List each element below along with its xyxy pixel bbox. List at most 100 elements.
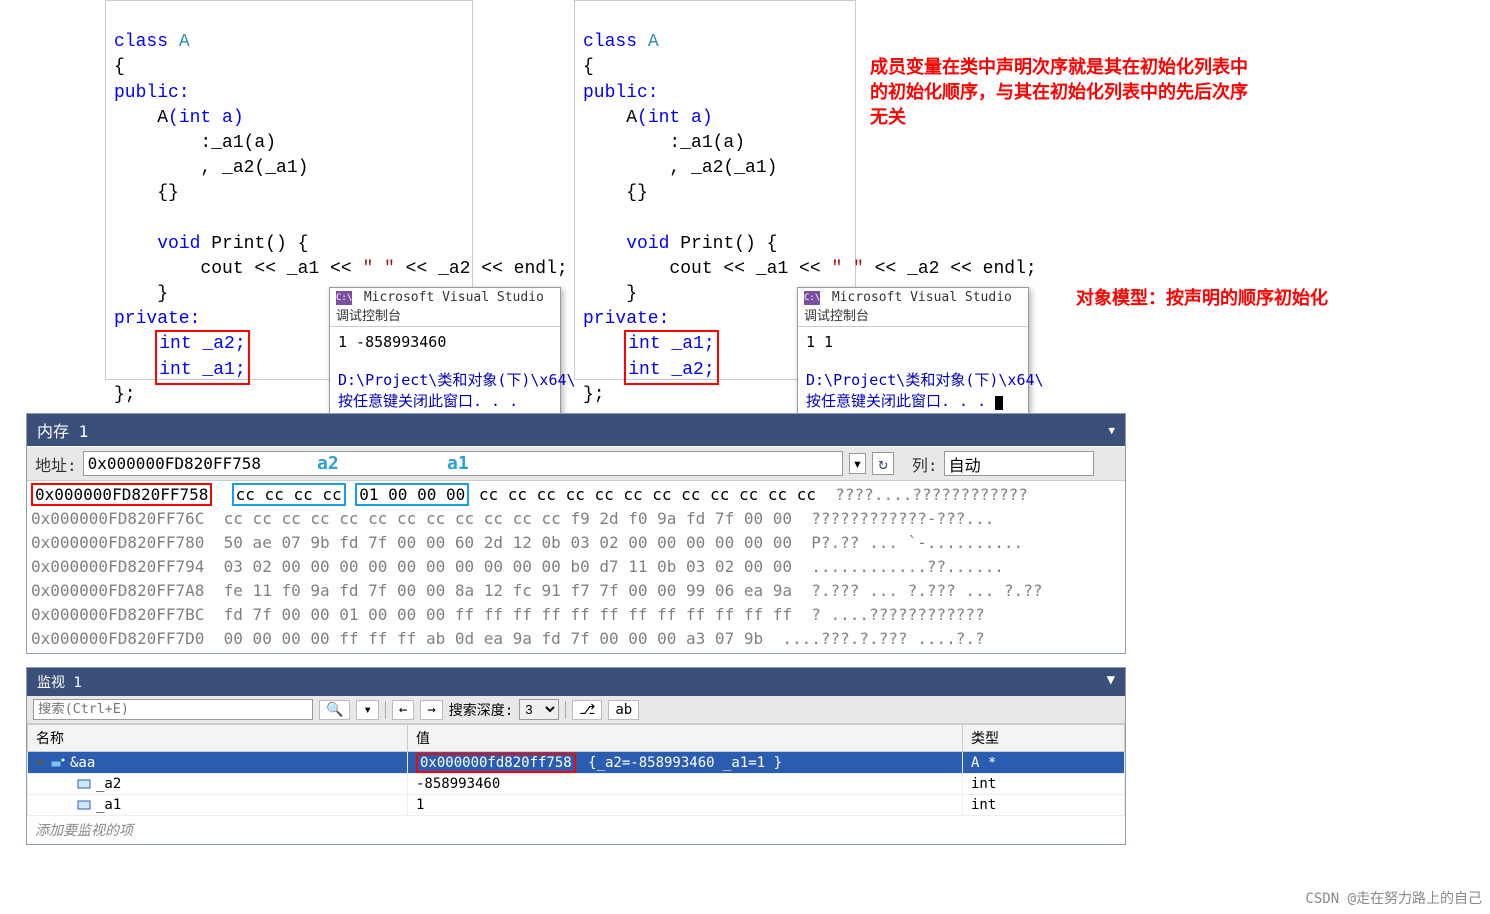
watch-value: -858993460 [408,774,963,795]
member-decl-highlight: int _a2; int _a1; [155,330,249,384]
memory-row-ascii: ....???.?.??? ....?.? [763,629,985,648]
brace: { [583,57,594,77]
member-decl-highlight: int _a1; int _a2; [624,330,718,384]
chevron-down-icon[interactable]: ▼ [1108,424,1115,437]
memory-row-addr: 0x000000FD820FF76C [31,509,204,528]
col-name[interactable]: 名称 [28,725,408,752]
memory-row-hex: 03 02 00 00 00 00 00 00 00 00 00 00 b0 d… [224,557,792,576]
search-depth-label: 搜索深度: [449,700,513,720]
watch-type: int [963,774,1125,795]
keyword: class [114,32,168,52]
search-depth-select[interactable]: 3 [519,699,559,720]
cout-b: << _a2 << endl; [864,259,1037,279]
search-icon[interactable]: 🔍 [319,700,350,720]
console-titlebar[interactable]: C:\ Microsoft Visual Studio 调试控制台 [798,288,1028,327]
string-literal: " " [831,259,863,279]
annotation-object-model: 对象模型：按声明的顺序初始化 [1076,286,1328,311]
string-literal: " " [362,259,394,279]
watch-name: &aa [70,755,95,771]
class-end: }; [583,385,605,405]
memory-row-hex: 50 ae 07 9b fd 7f 00 00 60 2d 12 0b 03 0… [224,533,792,552]
memory-addr-highlight: 0x000000FD820FF758 [31,483,212,506]
console-output: 1 1 [806,333,833,351]
memory-row-ascii: ? ....???????????? [792,605,985,624]
nav-back-button[interactable]: ← [392,700,414,720]
nav-forward-button[interactable]: → [420,700,442,720]
memory-hex-view[interactable]: 0x000000FD820FF758 cc cc cc cc 01 00 00 … [27,481,1125,653]
col-type[interactable]: 类型 [963,725,1125,752]
memory-row-hex: 00 00 00 00 ff ff ff ab 0d ea 9a fd 7f 0… [224,629,763,648]
debug-console-left: C:\ Microsoft Visual Studio 调试控制台 1 -858… [329,287,561,418]
watch-name: _a1 [96,797,121,813]
class-end: }; [114,385,136,405]
watch-value-highlight: 0x000000fd820ff758 [416,753,576,773]
access-public: public: [114,83,190,103]
memory-row-ascii: ?.??? ... ?.??? ... ?.?? [792,581,1042,600]
pointer-icon [50,755,66,771]
memory-row-ascii: P?.?? ... `-.......... [792,533,1023,552]
console-path: D:\Project\类和对象(下)\x64\ [338,371,576,389]
ctor-name: A [626,108,637,128]
watch-value-rest: {_a2=-858993460 _a1=1 } [580,755,782,771]
access-private: private: [114,309,200,329]
col-value[interactable]: 值 [408,725,963,752]
label-a2: a2 [317,453,339,474]
console-title: Microsoft Visual Studio 调试控制台 [336,290,544,324]
memory-row-ascii: ????????????-???... [792,509,994,528]
refresh-button[interactable]: ↻ [872,452,894,475]
access-private: private: [583,309,669,329]
memory-title: 内存 1 [37,418,88,442]
cout-a: cout << _a1 << [200,259,362,279]
vs-icon: C:\ [336,291,352,305]
expand-icon[interactable] [36,760,44,766]
member-a2: int _a2; [628,360,714,380]
console-title: Microsoft Visual Studio 调试控制台 [804,290,1012,324]
annotation-init-order: 成员变量在类中声明次序就是其在初始化列表中的初始化顺序，与其在初始化列表中的先后… [870,55,1250,131]
watch-title-bar[interactable]: 监视 1 ▼ [27,668,1125,696]
console-output: 1 -858993460 [338,333,446,351]
watch-type: int [963,795,1125,816]
watch-row[interactable]: _a1 1 int [28,795,1125,816]
console-caret [995,396,1003,410]
debug-console-right: C:\ Microsoft Visual Studio 调试控制台 1 1 D:… [797,287,1029,418]
watch-add-hint[interactable]: 添加要监视的项 [27,816,1125,844]
member-a2: int _a2; [159,334,245,354]
highlight-icon[interactable]: ab [608,700,639,720]
fn-print: Print() { [669,234,777,254]
class-name: A [179,32,190,52]
separator [385,701,386,719]
cout-b: << _a2 << endl; [395,259,568,279]
watch-search-input[interactable] [33,699,313,720]
columns-label: 列: [912,452,938,476]
memory-address-bar: 地址: ▾ ↻ 列: a2 a1 [27,446,1125,481]
filter-icon[interactable]: ⎇ [572,700,602,720]
watch-row-selected[interactable]: &aa 0x000000fd820ff758 {_a2=-858993460 _… [28,752,1125,774]
watermark: CSDN @走在努力路上的自己 [1305,888,1482,908]
address-dropdown-icon[interactable]: ▾ [849,453,867,474]
console-hint: 按任意键关闭此窗口. . . [806,392,986,410]
columns-input[interactable] [944,451,1094,476]
ctor-name: A [157,108,168,128]
memory-title-bar[interactable]: 内存 1 ▼ [27,414,1125,446]
brace-close: } [626,284,637,304]
keyword-void: void [157,234,200,254]
access-public: public: [583,83,659,103]
brace-close: } [157,284,168,304]
member-a1: int _a1; [628,334,714,354]
memory-row-hex: fd 7f 00 00 01 00 00 00 ff ff ff ff ff f… [224,605,792,624]
console-body: 1 1 D:\Project\类和对象(下)\x64\ 按任意键关闭此窗口. .… [798,327,1028,417]
watch-toolbar: 🔍 ▾ ← → 搜索深度: 3 ⎇ ab [27,696,1125,724]
init-list-2: , _a2(_a1) [200,158,308,178]
variable-icon [76,797,92,813]
label-a1: a1 [447,453,469,474]
keyword: class [583,32,637,52]
keyword-void: void [626,234,669,254]
chevron-down-icon[interactable]: ▼ [1107,672,1115,692]
console-titlebar[interactable]: C:\ Microsoft Visual Studio 调试控制台 [330,288,560,327]
watch-row[interactable]: _a2 -858993460 int [28,774,1125,795]
watch-value: 1 [408,795,963,816]
memory-panel: 内存 1 ▼ 地址: ▾ ↻ 列: a2 a1 0x000000FD820FF7… [26,413,1126,654]
dropdown-icon[interactable]: ▾ [356,700,378,720]
console-hint: 按任意键关闭此窗口. . . [338,392,518,410]
memory-row-addr: 0x000000FD820FF780 [31,533,204,552]
